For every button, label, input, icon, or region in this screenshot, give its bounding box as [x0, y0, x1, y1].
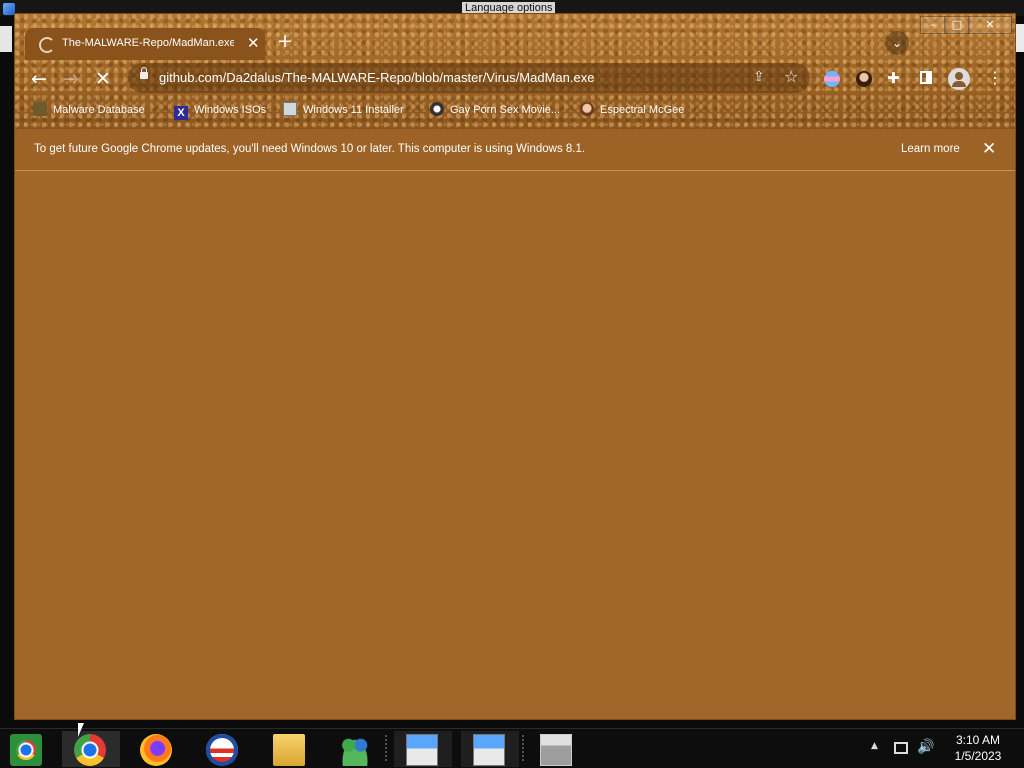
taskbar-archive[interactable]: [528, 731, 586, 767]
setup-icon: [406, 734, 438, 766]
bookmark-label: Gay Porn Sex Movie...: [450, 104, 561, 116]
loading-spinner-icon: [39, 37, 55, 53]
tab-close-icon[interactable]: ✕: [247, 34, 260, 52]
bookmark-windows-11-installer[interactable]: Windows 11 Installer: [283, 100, 404, 120]
share-icon[interactable]: ⇪: [753, 69, 765, 85]
chrome-icon: [74, 734, 106, 766]
lock-icon[interactable]: [140, 67, 148, 79]
clock-time: 3:10 AM: [955, 733, 1001, 747]
url-text[interactable]: github.com/Da2dalus/The-MALWARE-Repo/blo…: [159, 70, 594, 85]
start-icon: [10, 734, 42, 766]
tab-search-button[interactable]: ⌄: [885, 31, 909, 55]
obama-logo-icon: [206, 734, 238, 766]
update-infobar: To get future Google Chrome updates, you…: [15, 129, 1015, 171]
taskbar-file-explorer[interactable]: [261, 731, 319, 767]
taskbar-setup-1[interactable]: [394, 731, 452, 767]
page-content[interactable]: [15, 172, 1015, 719]
bookmark-label: Windows ISOs: [194, 104, 267, 116]
setup-icon: [473, 734, 505, 766]
tab-active[interactable]: The-MALWARE-Repo/MadMan.exe ✕: [25, 28, 265, 60]
tray-chevron-icon[interactable]: ▲: [871, 741, 878, 751]
stop-loading-button[interactable]: ✕: [95, 69, 111, 89]
people-icon: [339, 734, 371, 766]
bookmark-star-icon[interactable]: ☆: [784, 67, 798, 86]
clock[interactable]: 3:10 AM 1/5/2023: [944, 732, 1012, 764]
x-logo-icon: X: [174, 106, 188, 120]
bookmark-label: Windows 11 Installer: [303, 104, 404, 116]
bookmark-site[interactable]: Gay Porn Sex Movie...: [430, 100, 560, 120]
chrome-menu-icon[interactable]: ⋮: [987, 68, 1003, 87]
background-window-edge: [0, 26, 12, 52]
folder-icon: [273, 734, 305, 766]
taskbar: ▲ 🔊 3:10 AM 1/5/2023: [0, 728, 1024, 768]
taskbar-separator: [385, 735, 387, 763]
learn-more-link[interactable]: Learn more: [901, 143, 960, 155]
bookmark-label: Espectral McGee: [600, 104, 685, 116]
infobar-message: To get future Google Chrome updates, you…: [34, 143, 586, 155]
extensions-puzzle-icon[interactable]: ✚: [887, 69, 903, 87]
window-frame: – □ ✕ The-MALWARE-Repo/MadMan.exe ✕ + ⌄ …: [15, 14, 1015, 129]
bookmark-malware-database[interactable]: Malware Database: [33, 100, 145, 120]
maximize-button[interactable]: □: [944, 16, 970, 34]
network-icon[interactable]: [894, 742, 908, 754]
taskbar-start[interactable]: [0, 731, 58, 767]
taskbar-people[interactable]: [327, 731, 385, 767]
background-window-edge-right: [1016, 24, 1024, 52]
forward-button[interactable]: →: [63, 69, 79, 89]
clock-date: 1/5/2023: [954, 749, 1002, 763]
mouse-cursor-icon: [78, 723, 84, 737]
bookmark-label: Malware Database: [53, 104, 145, 116]
chrome-window: – □ ✕ The-MALWARE-Repo/MadMan.exe ✕ + ⌄ …: [14, 13, 1016, 720]
minimize-button[interactable]: –: [920, 16, 946, 34]
avatar-icon: [580, 102, 594, 116]
side-panel-icon[interactable]: [920, 71, 932, 84]
site-icon: [430, 102, 444, 116]
extension-flag-icon[interactable]: [824, 71, 840, 87]
taskbar-separator: [522, 735, 524, 763]
taskbar-obama[interactable]: [194, 731, 252, 767]
malware-db-icon: [33, 102, 47, 116]
bookmark-espectral-mcgee[interactable]: Espectral McGee: [580, 100, 684, 120]
infobar-close-icon[interactable]: ✕: [982, 139, 996, 159]
close-window-button[interactable]: ✕: [968, 16, 1012, 34]
taskbar-setup-2[interactable]: [461, 731, 519, 767]
taskbar-firefox[interactable]: [128, 731, 186, 767]
extension-avatar-icon[interactable]: [856, 71, 872, 87]
firefox-icon: [140, 734, 172, 766]
tab-title: The-MALWARE-Repo/MadMan.exe: [62, 37, 234, 49]
taskbar-chrome[interactable]: [62, 731, 120, 767]
installer-icon: [283, 102, 297, 116]
profile-icon[interactable]: [948, 68, 970, 90]
new-tab-button[interactable]: +: [277, 32, 293, 51]
back-button[interactable]: ←: [31, 69, 47, 89]
archive-icon: [540, 734, 572, 766]
address-bar[interactable]: github.com/Da2dalus/The-MALWARE-Repo/blo…: [128, 63, 810, 93]
volume-icon[interactable]: 🔊: [917, 739, 934, 755]
bookmark-windows-isos[interactable]: X Windows ISOs: [174, 100, 266, 120]
